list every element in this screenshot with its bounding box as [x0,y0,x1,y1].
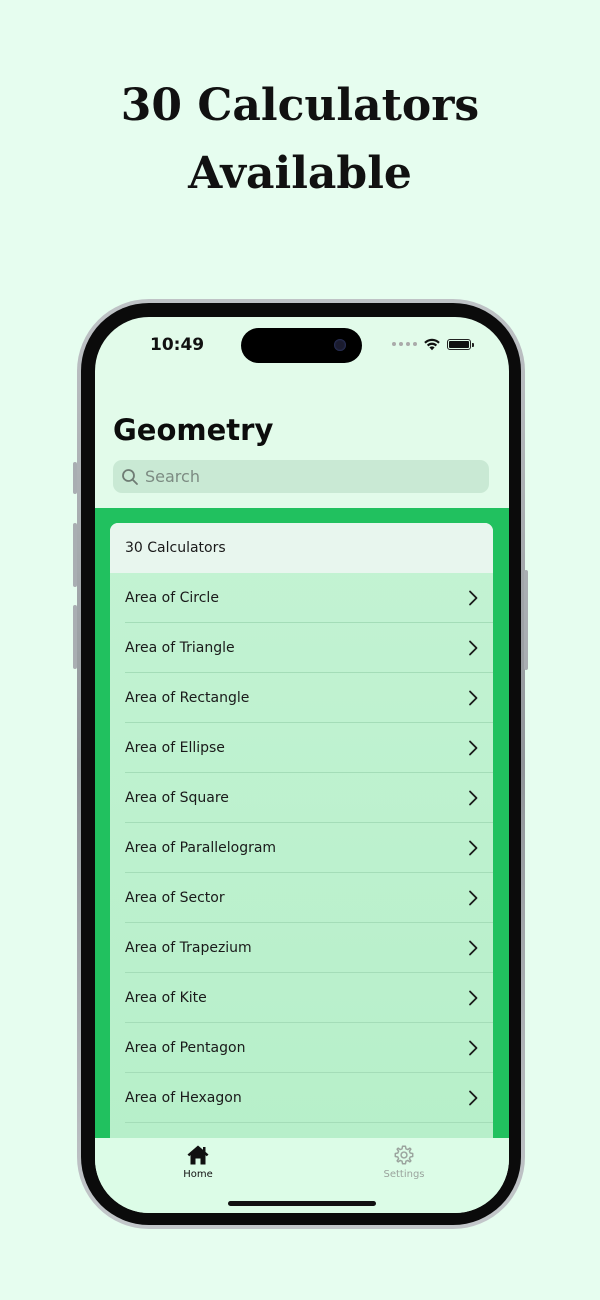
tab-home-label: Home [183,1169,213,1180]
list-item[interactable]: Area of Hexagon [110,1073,493,1123]
chevron-right-icon [469,890,478,906]
promo-headline-line-2: Available [188,148,412,199]
list-item-label: Area of Circle [125,590,219,606]
search-bar[interactable] [113,460,489,493]
list-item[interactable]: Area of Kite [110,973,493,1023]
volume-down-button [73,605,77,669]
search-icon [122,468,138,485]
list-item-label: Area of Square [125,790,229,806]
list-item[interactable]: Area of Pentagon [110,1023,493,1073]
chevron-right-icon [469,790,478,806]
chevron-right-icon [469,840,478,856]
mute-switch [73,462,77,494]
volume-up-button [73,523,77,587]
list-header-label: 30 Calculators [125,540,226,556]
list-item[interactable] [110,1123,493,1138]
chevron-right-icon [469,590,478,606]
home-indicator[interactable] [228,1201,376,1206]
tab-settings[interactable]: Settings [354,1144,454,1180]
tab-settings-label: Settings [383,1169,425,1180]
promo-headline-line-1: 30 Calculators [120,80,480,131]
list-item[interactable]: Area of Triangle [110,623,493,673]
list-item-label: Area of Kite [125,990,207,1006]
chevron-right-icon [469,990,478,1006]
chevron-right-icon [469,740,478,756]
list-item-label: Area of Rectangle [125,690,250,706]
chevron-right-icon [469,1040,478,1056]
list-item[interactable]: Area of Square [110,773,493,823]
chevron-right-icon [469,940,478,956]
camera-icon [334,339,346,351]
gear-icon [394,1145,414,1165]
house-icon [187,1145,209,1165]
wifi-icon [424,338,440,351]
calculator-list: 30 Calculators Area of Circle Area of Tr… [110,523,493,1138]
list-item-label: Area of Trapezium [125,940,252,956]
phone-screen: 10:49 Geometry 30 Calculators Area of Ci… [95,317,509,1213]
list-item-label: Area of Sector [125,890,225,906]
status-indicators [392,337,474,351]
list-item[interactable]: Area of Rectangle [110,673,493,723]
list-item[interactable]: Area of Ellipse [110,723,493,773]
list-item[interactable]: Area of Sector [110,873,493,923]
promo-headline: 30 Calculators Available [0,72,600,208]
list-item[interactable]: Area of Trapezium [110,923,493,973]
chevron-right-icon [469,690,478,706]
battery-icon [447,338,474,350]
search-input[interactable] [145,467,465,486]
list-item[interactable]: Area of Parallelogram [110,823,493,873]
power-button [524,570,528,670]
list-item-label: Area of Triangle [125,640,235,656]
list-item-label: Area of Ellipse [125,740,225,756]
list-item-label: Area of Hexagon [125,1090,242,1106]
list-header: 30 Calculators [110,523,493,573]
content-area[interactable]: 30 Calculators Area of Circle Area of Tr… [95,508,509,1138]
chevron-right-icon [469,1090,478,1106]
list-item[interactable]: Area of Circle [110,573,493,623]
list-item-label: Area of Parallelogram [125,840,277,856]
dynamic-island [241,328,362,363]
list-item-label: Area of Pentagon [125,1040,246,1056]
status-time: 10:49 [150,335,205,355]
signal-dots-icon [392,342,417,346]
page-title: Geometry [113,413,274,447]
tab-home[interactable]: Home [148,1144,248,1180]
chevron-right-icon [469,640,478,656]
